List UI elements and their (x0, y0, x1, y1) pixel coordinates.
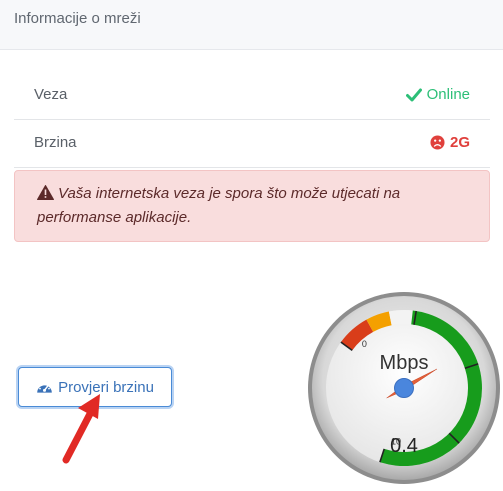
alert-text: Vaša internetska veza je spora što može … (37, 185, 401, 226)
speed-label: Brzina (34, 134, 77, 151)
speed-value: 2G (449, 134, 470, 151)
red-arrow-annotation (62, 394, 100, 464)
connection-status: Online (405, 86, 470, 103)
sad-face-icon (430, 135, 445, 150)
gauge-value: 0.4 (390, 435, 418, 457)
gauge-zone-neutral (388, 310, 413, 326)
gauge-hub (394, 378, 414, 398)
speed-status: 2G (430, 134, 470, 151)
slow-connection-alert: Vaša internetska veza je spora što može … (14, 170, 490, 242)
speed-gauge: Mbps 0 10 0.4 (308, 292, 500, 484)
speedometer-icon (37, 382, 52, 393)
speed-row: Brzina 2G (14, 120, 490, 168)
check-icon (405, 88, 422, 101)
card-header: Informacije o mreži (0, 0, 503, 50)
connection-value: Online (426, 86, 470, 103)
gauge-min-label: 0 (362, 339, 367, 349)
card-title: Informacije o mreži (14, 10, 141, 27)
warning-triangle-icon (37, 185, 54, 200)
gauge-unit: Mbps (380, 352, 429, 374)
connection-row: Veza Online (14, 72, 490, 120)
connection-label: Veza (34, 86, 68, 103)
